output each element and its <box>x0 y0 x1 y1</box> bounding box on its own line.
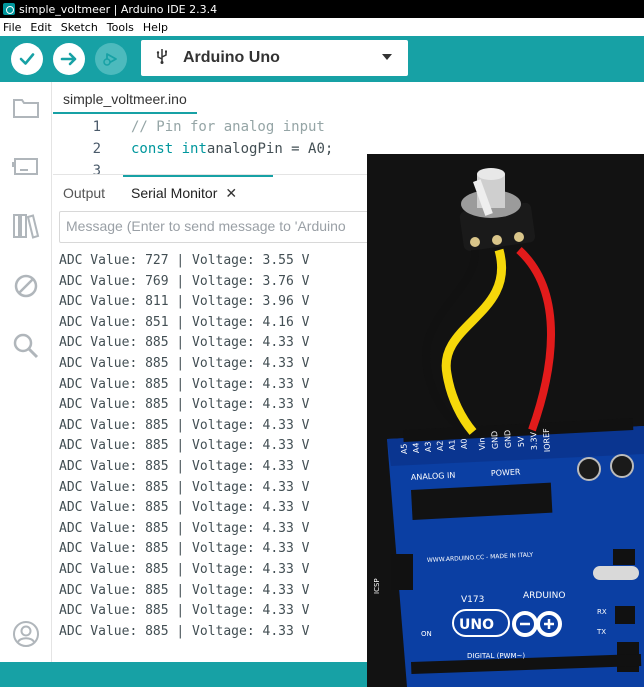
arduino-board-photo: A5 A4 A3 A2 A1 A0 Vin GND GND 5V 3.3V IO… <box>367 154 644 687</box>
folder-icon[interactable] <box>10 92 42 124</box>
header-label: 3.3V <box>529 431 539 450</box>
tab-serial-monitor[interactable]: Serial Monitor ✕ <box>122 175 274 202</box>
rx-label: RX <box>597 608 607 616</box>
verify-button[interactable] <box>11 43 43 75</box>
header-label: GND <box>490 431 500 450</box>
code-line: 1 // Pin for analog input <box>53 116 644 138</box>
line-number: 3 <box>92 163 101 174</box>
serial-line: ADC Value: 769 | Voltage: 3.76 V <box>59 273 310 289</box>
serial-line: ADC Value: 885 | Voltage: 4.33 V <box>59 561 310 577</box>
serial-line: ADC Value: 851 | Voltage: 4.16 V <box>59 314 310 330</box>
menu-edit[interactable]: Edit <box>30 21 51 34</box>
header-label: A0 <box>459 438 469 449</box>
header-label: A5 <box>399 443 409 454</box>
code-text: analogPin = A0; <box>206 141 334 157</box>
header-label: A3 <box>423 441 433 452</box>
arduino-uno-board: A5 A4 A3 A2 A1 A0 Vin GND GND 5V 3.3V IO… <box>373 417 644 687</box>
serial-message-input[interactable]: Message (Enter to send message to 'Ardui… <box>59 211 379 243</box>
tx-label: TX <box>596 628 606 636</box>
header-label: GND <box>503 430 513 449</box>
account-icon[interactable] <box>10 618 42 650</box>
serial-line: ADC Value: 885 | Voltage: 4.33 V <box>59 623 310 639</box>
serial-line: ADC Value: 885 | Voltage: 4.33 V <box>59 500 310 516</box>
serial-line: ADC Value: 885 | Voltage: 4.33 V <box>59 603 310 619</box>
window-title: simple_voltmeer | Arduino IDE 2.3.4 <box>19 2 218 16</box>
header-label: Vin <box>477 437 487 450</box>
tab-serial-monitor-label: Serial Monitor <box>131 185 218 201</box>
title-bar: simple_voltmeer | Arduino IDE 2.3.4 <box>0 0 644 18</box>
tab-output[interactable]: Output <box>63 185 105 201</box>
serial-output: ADC Value: 727 | Voltage: 3.55 V ADC Valu… <box>59 251 379 642</box>
file-tab[interactable]: simple_voltmeer.ino <box>53 86 197 114</box>
digital-label: DIGITAL (PWM~) <box>467 652 525 660</box>
sidebar <box>0 82 52 662</box>
icsp-label: ICSP <box>373 578 381 594</box>
serial-line: ADC Value: 885 | Voltage: 4.33 V <box>59 438 310 454</box>
debug-button[interactable] <box>95 43 127 75</box>
line-number: 2 <box>92 141 101 157</box>
upload-button[interactable] <box>53 43 85 75</box>
toolbar: Arduino Uno <box>0 36 644 82</box>
serial-line: ADC Value: 727 | Voltage: 3.55 V <box>59 253 310 268</box>
library-icon[interactable] <box>10 210 42 242</box>
debug-icon[interactable] <box>10 270 42 302</box>
serial-line: ADC Value: 885 | Voltage: 4.33 V <box>59 458 310 474</box>
debug-icon <box>103 53 117 66</box>
menu-file[interactable]: File <box>3 21 21 34</box>
model-label: V173 <box>461 595 484 605</box>
serial-line: ADC Value: 811 | Voltage: 3.96 V <box>59 294 310 310</box>
board-selector[interactable]: Arduino Uno <box>141 40 408 76</box>
header-label: A1 <box>447 439 457 450</box>
header-label: 5V <box>516 436 526 448</box>
serial-line: ADC Value: 885 | Voltage: 4.33 V <box>59 479 310 495</box>
arduino-app-icon <box>3 3 15 15</box>
close-icon[interactable]: ✕ <box>225 185 237 201</box>
serial-line: ADC Value: 885 | Voltage: 4.33 V <box>59 355 310 371</box>
uno-label: UNO <box>459 617 494 633</box>
serial-line: ADC Value: 885 | Voltage: 4.33 V <box>59 376 310 392</box>
code-comment: // Pin for analog input <box>131 119 325 135</box>
board-name: Arduino Uno <box>183 49 280 66</box>
menu-tools[interactable]: Tools <box>107 21 134 34</box>
menu-bar: File Edit Sketch Tools Help <box>0 18 644 36</box>
usb-icon <box>153 47 171 69</box>
power-label: POWER <box>491 467 522 478</box>
serial-line: ADC Value: 885 | Voltage: 4.33 V <box>59 541 310 557</box>
search-icon[interactable] <box>10 330 42 362</box>
line-number: 1 <box>92 119 101 135</box>
serial-line: ADC Value: 885 | Voltage: 4.33 V <box>59 397 310 413</box>
code-keyword: int <box>181 141 207 157</box>
serial-line: ADC Value: 885 | Voltage: 4.33 V <box>59 335 310 351</box>
brand-label: ARDUINO <box>523 591 565 601</box>
header-label: A4 <box>411 442 421 453</box>
board-icon[interactable] <box>10 150 42 182</box>
code-keyword: const <box>131 141 174 157</box>
menu-sketch[interactable]: Sketch <box>61 21 98 34</box>
header-label: IOREF <box>542 428 552 453</box>
header-label: A2 <box>435 440 445 451</box>
verify-icon <box>19 53 35 65</box>
serial-line: ADC Value: 885 | Voltage: 4.33 V <box>59 582 310 598</box>
on-label: ON <box>421 630 432 638</box>
serial-line: ADC Value: 885 | Voltage: 4.33 V <box>59 417 310 433</box>
chevron-down-icon[interactable] <box>382 54 392 60</box>
serial-line: ADC Value: 885 | Voltage: 4.33 V <box>59 520 310 536</box>
upload-icon <box>60 52 77 66</box>
menu-help[interactable]: Help <box>143 21 168 34</box>
